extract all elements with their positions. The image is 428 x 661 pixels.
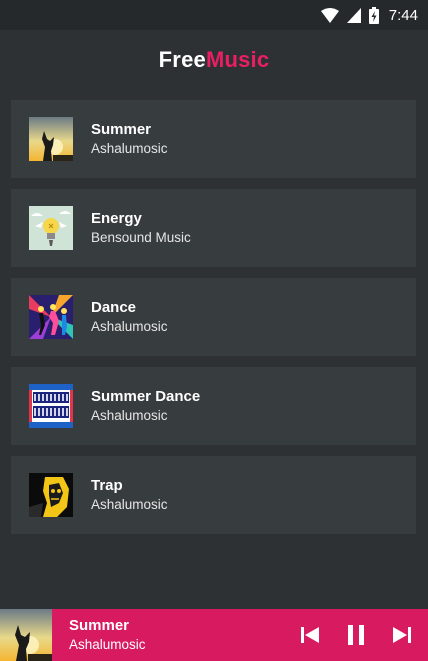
song-artist: Ashalumosic	[91, 408, 168, 423]
energy-art-thumbnail	[29, 206, 73, 250]
skip-next-icon	[393, 627, 411, 643]
song-title: Summer	[91, 121, 152, 138]
song-title: Energy	[91, 210, 142, 227]
skip-next-button[interactable]	[390, 623, 414, 647]
song-item-summer-dance[interactable]: Summer Dance Ashalumosic	[11, 367, 416, 445]
song-artist: Ashalumosic	[91, 497, 168, 512]
song-item-energy[interactable]: Energy Bensound Music	[11, 189, 416, 267]
summer-dance-art-thumbnail	[29, 384, 73, 428]
skip-previous-button[interactable]	[298, 623, 322, 647]
status-time: 7:44	[388, 6, 418, 24]
song-item-trap[interactable]: Trap Ashalumosic	[11, 456, 416, 534]
app-logo: FreeMusic	[159, 47, 270, 73]
battery-icon	[368, 6, 379, 24]
trap-art-thumbnail	[29, 473, 73, 517]
song-artist: Ashalumosic	[91, 319, 168, 334]
song-item-summer[interactable]: Summer Ashalumosic	[11, 100, 416, 178]
app-bar: FreeMusic	[0, 30, 428, 90]
pause-icon	[348, 625, 364, 645]
now-playing-artist: Ashalumosic	[69, 637, 146, 652]
song-artist: Bensound Music	[91, 230, 191, 245]
wifi-icon	[320, 7, 339, 23]
summer-art-thumbnail	[29, 117, 73, 161]
dance-art-thumbnail	[29, 295, 73, 339]
logo-free-text: Free	[158, 47, 206, 72]
skip-previous-icon	[301, 627, 319, 643]
status-bar: 7:44	[0, 0, 428, 30]
song-list: Summer Ashalumosic Energy Bensound Music	[11, 100, 416, 545]
song-item-dance[interactable]: Dance Ashalumosic	[11, 278, 416, 356]
pause-button[interactable]	[344, 623, 368, 647]
song-title: Summer Dance	[91, 388, 201, 405]
logo-music-text: Music	[205, 47, 270, 72]
now-playing-art	[0, 609, 52, 661]
song-artist: Ashalumosic	[91, 141, 168, 156]
now-playing-title: Summer	[69, 617, 130, 634]
song-title: Trap	[91, 477, 123, 494]
now-playing-bar[interactable]: Summer Ashalumosic	[0, 609, 428, 661]
song-title: Dance	[91, 299, 137, 316]
signal-icon	[346, 7, 361, 23]
playback-controls	[298, 623, 428, 647]
